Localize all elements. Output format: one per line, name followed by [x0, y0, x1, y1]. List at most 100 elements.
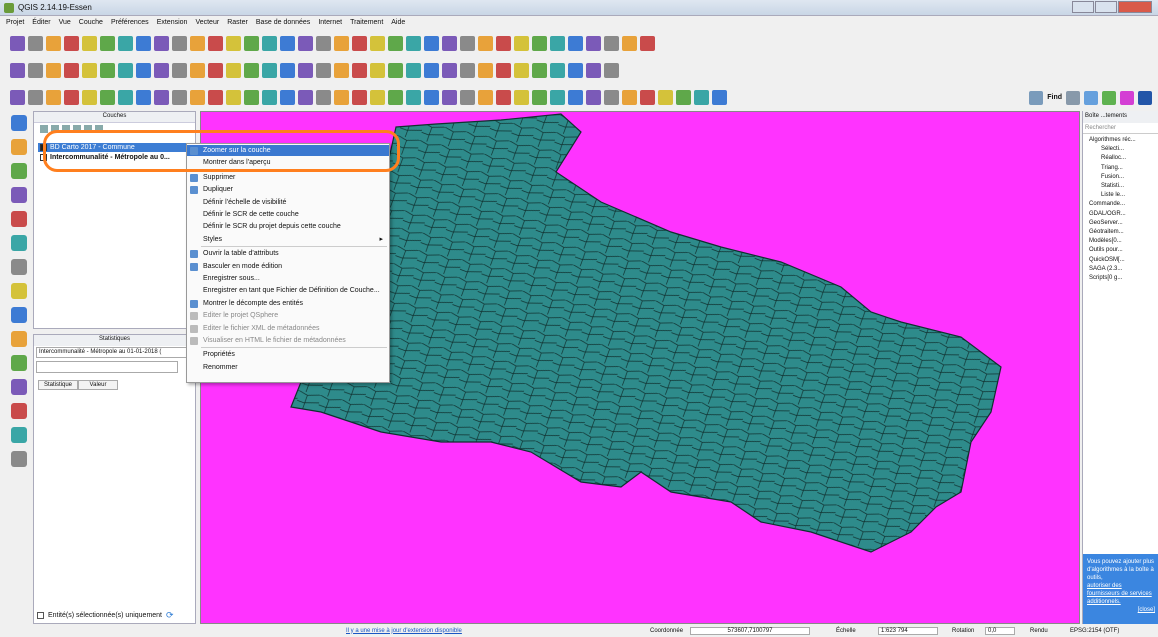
add-layer-icon[interactable] [11, 451, 27, 467]
toolbox-tree-item[interactable]: Outils pour... [1089, 247, 1123, 253]
tool-icon[interactable] [1120, 90, 1134, 105]
toolbar-tool-icon[interactable] [136, 36, 151, 51]
context-menu-item[interactable]: Styles ▸ [187, 234, 389, 245]
selected-only-checkbox[interactable] [37, 612, 44, 619]
context-menu-item[interactable]: Montrer le décompte des entités [187, 298, 389, 309]
toolbar-tool-icon[interactable] [550, 63, 565, 78]
toolbar-tool-icon[interactable] [514, 90, 529, 105]
tool-icon[interactable] [51, 125, 59, 133]
toolbox-tree-item[interactable]: Liste le... [1101, 192, 1125, 198]
layer-item[interactable]: BD Carto 2017 - Commune [38, 143, 193, 152]
toolbar-tool-icon[interactable] [82, 36, 97, 51]
toolbox-tree-item[interactable]: Géotraitem... [1089, 229, 1124, 235]
toolbar-tool-icon[interactable] [622, 90, 637, 105]
info-link[interactable]: autoriser des fournisseurs de services a… [1087, 582, 1155, 606]
menu-item[interactable]: Aide [391, 19, 405, 26]
menu-item[interactable]: Préférences [111, 19, 149, 26]
toolbar-tool-icon[interactable] [334, 63, 349, 78]
add-layer-icon[interactable] [11, 307, 27, 323]
toolbar-tool-icon[interactable] [28, 63, 43, 78]
tool-icon[interactable] [62, 125, 70, 133]
toolbar-tool-icon[interactable] [136, 90, 151, 105]
toolbar-tool-icon[interactable] [550, 90, 565, 105]
toolbar-tool-icon[interactable] [586, 90, 601, 105]
refresh-icon[interactable]: ⟳ [166, 610, 174, 621]
toolbox-tree-item[interactable]: Fusion... [1101, 174, 1124, 180]
tool-icon[interactable] [1138, 90, 1152, 105]
toolbar-tool-icon[interactable] [586, 36, 601, 51]
menu-item[interactable]: Vue [59, 19, 71, 26]
toolbar-tool-icon[interactable] [694, 90, 709, 105]
toolbox-tree-item[interactable]: SAGA (2.3... [1089, 266, 1122, 272]
toolbar-tool-icon[interactable] [316, 90, 331, 105]
toolbar-tool-icon[interactable] [334, 36, 349, 51]
toolbar-tool-icon[interactable] [550, 36, 565, 51]
toolbar-tool-icon[interactable] [604, 36, 619, 51]
toolbar-tool-icon[interactable] [388, 90, 403, 105]
toolbox-tree-item[interactable]: GeoServer... [1089, 220, 1123, 226]
toolbar-tool-icon[interactable] [424, 90, 439, 105]
toolbar-tool-icon[interactable] [82, 63, 97, 78]
toolbar-tool-icon[interactable] [190, 36, 205, 51]
toolbar-tool-icon[interactable] [406, 90, 421, 105]
plugin-update-link[interactable]: Il y a une mise à jour d'extension dispo… [346, 628, 462, 634]
layer-visibility-checkbox[interactable] [40, 144, 47, 151]
toolbar-tool-icon[interactable] [478, 63, 493, 78]
render-label[interactable]: Rendu [1030, 628, 1048, 634]
toolbar-tool-icon[interactable] [460, 90, 475, 105]
coordinate-field[interactable]: 573607,7100797 [690, 626, 810, 635]
add-layer-icon[interactable] [11, 355, 27, 371]
toolbox-tree-item[interactable]: Réalloc... [1101, 155, 1126, 161]
add-layer-icon[interactable] [11, 139, 27, 155]
tool-icon[interactable] [1102, 90, 1116, 105]
context-menu-item[interactable]: Propriétés [187, 349, 389, 360]
add-layer-icon[interactable] [11, 211, 27, 227]
add-layer-icon[interactable] [11, 331, 27, 347]
toolbox-tree-item[interactable]: QuickOSM[... [1089, 257, 1125, 263]
layer-item[interactable]: Intercommunalité - Métropole au 0... [38, 153, 193, 162]
rotation-field[interactable]: 0,0 [985, 626, 1015, 635]
toolbar-tool-icon[interactable] [64, 36, 79, 51]
toolbar-tool-icon[interactable] [208, 36, 223, 51]
context-menu-item[interactable]: Définir le SCR de cette couche [187, 209, 389, 220]
toolbar-tool-icon[interactable] [262, 36, 277, 51]
context-menu-item[interactable]: Définir le SCR du projet depuis cette co… [187, 221, 389, 232]
toolbar-tool-icon[interactable] [280, 36, 295, 51]
toolbar-tool-icon[interactable] [190, 90, 205, 105]
toolbar-tool-icon[interactable] [262, 90, 277, 105]
close-button[interactable] [1118, 1, 1152, 13]
menu-item[interactable]: Projet [6, 19, 24, 26]
toolbar-tool-icon[interactable] [622, 36, 637, 51]
context-menu-item[interactable]: Basculer en mode édition [187, 261, 389, 272]
scale-field[interactable]: 1:623 794 [878, 626, 938, 635]
context-menu-item[interactable]: Montrer dans l'aperçu [187, 157, 389, 168]
toolbar-tool-icon[interactable] [136, 63, 151, 78]
add-layer-icon[interactable] [11, 187, 27, 203]
context-menu-item[interactable]: Editer le fichier XML de métadonnées [187, 323, 389, 334]
toolbar-tool-icon[interactable] [10, 63, 25, 78]
toolbox-tree-item[interactable]: Sélecti... [1101, 146, 1124, 152]
toolbar-tool-icon[interactable] [154, 63, 169, 78]
toolbar-tool-icon[interactable] [370, 90, 385, 105]
toolbox-tree-item[interactable]: Scripts[0 g... [1089, 275, 1122, 281]
toolbar-tool-icon[interactable] [568, 63, 583, 78]
layer-select[interactable]: Intercommunalité - Métropole au 01-01-20… [36, 347, 194, 358]
context-menu-item[interactable]: Renommer [187, 362, 389, 373]
toolbar-tool-icon[interactable] [10, 90, 25, 105]
toolbar-tool-icon[interactable] [676, 90, 691, 105]
toolbar-tool-icon[interactable] [100, 63, 115, 78]
toolbar-tool-icon[interactable] [370, 63, 385, 78]
menu-item[interactable]: Éditer [32, 19, 50, 26]
context-menu-item[interactable]: Supprimer [187, 172, 389, 183]
column-header[interactable]: Statistique [38, 380, 78, 390]
minimize-button[interactable] [1072, 1, 1094, 13]
toolbar-tool-icon[interactable] [154, 36, 169, 51]
toolbar-tool-icon[interactable] [460, 63, 475, 78]
menu-item[interactable]: Extension [157, 19, 188, 26]
toolbar-tool-icon[interactable] [172, 90, 187, 105]
toolbar-tool-icon[interactable] [118, 90, 133, 105]
toolbar-tool-icon[interactable] [478, 90, 493, 105]
toolbar-tool-icon[interactable] [64, 63, 79, 78]
toolbox-tree-item[interactable]: Algorithmes réc... [1089, 137, 1136, 143]
toolbar-tool-icon[interactable] [406, 63, 421, 78]
